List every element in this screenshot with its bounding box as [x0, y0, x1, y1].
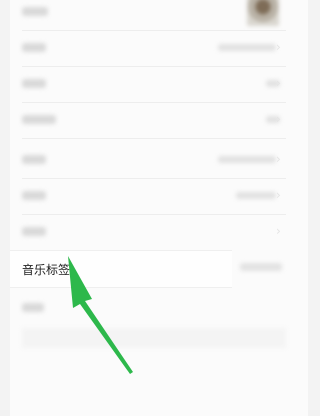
settings-page: › › › › › › 音乐标签 — [0, 0, 320, 416]
settings-row-label — [22, 79, 46, 88]
settings-row-label — [22, 43, 46, 52]
settings-row[interactable]: › — [10, 142, 286, 178]
settings-row[interactable]: › — [10, 66, 286, 102]
avatar-row[interactable] — [10, 0, 286, 30]
chevron-right-icon: › — [276, 112, 281, 126]
chevron-right-icon: › — [276, 152, 281, 166]
settings-row-label — [22, 227, 46, 236]
settings-row[interactable]: › — [10, 102, 286, 138]
settings-row-label — [22, 191, 46, 200]
music-tag-value — [240, 263, 282, 271]
settings-row-value — [218, 156, 276, 163]
settings-row-value — [236, 192, 276, 199]
settings-row[interactable]: › — [10, 178, 286, 214]
settings-row[interactable]: › — [10, 214, 286, 250]
settings-row-value — [218, 44, 276, 51]
settings-row-label — [22, 115, 56, 124]
music-tag-label: 音乐标签 — [22, 263, 71, 277]
text-field[interactable] — [22, 328, 286, 348]
chevron-right-icon: › — [276, 76, 281, 90]
settings-row[interactable]: › — [10, 30, 286, 66]
settings-row-label — [22, 155, 46, 164]
music-tag-row[interactable]: 音乐标签 — [10, 250, 232, 288]
avatar[interactable] — [247, 0, 279, 26]
avatar-row-label — [22, 7, 48, 16]
chevron-right-icon: › — [276, 188, 281, 202]
settings-row[interactable] — [10, 290, 286, 326]
chevron-right-icon: › — [276, 224, 281, 238]
settings-row-label — [22, 303, 44, 312]
chevron-right-icon: › — [276, 40, 281, 54]
divider — [22, 138, 286, 139]
